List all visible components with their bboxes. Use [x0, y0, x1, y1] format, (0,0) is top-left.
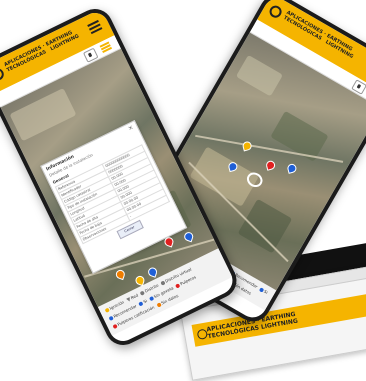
map-pin-red[interactable]	[163, 236, 175, 248]
map-pin-orange[interactable]	[114, 268, 127, 281]
legend-item[interactable]: Si	[258, 286, 269, 296]
at-logo-icon	[0, 66, 6, 83]
map-pin-yellow[interactable]	[241, 140, 253, 152]
at-logo-icon	[267, 3, 284, 20]
map-pin-yellow[interactable]	[134, 274, 146, 287]
map-pin-blue[interactable]	[182, 230, 195, 243]
installation-detail-panel: × Información Detalle de la instalación …	[40, 120, 188, 274]
map-pin-blue[interactable]	[146, 266, 159, 278]
layers-icon[interactable]	[99, 41, 113, 54]
map-pin-blue[interactable]	[286, 162, 298, 174]
map-field	[237, 198, 293, 254]
map-pin-red[interactable]	[265, 159, 277, 171]
menu-icon[interactable]	[87, 19, 103, 35]
legend-item[interactable]: Si	[138, 298, 148, 307]
map-field	[235, 54, 283, 97]
